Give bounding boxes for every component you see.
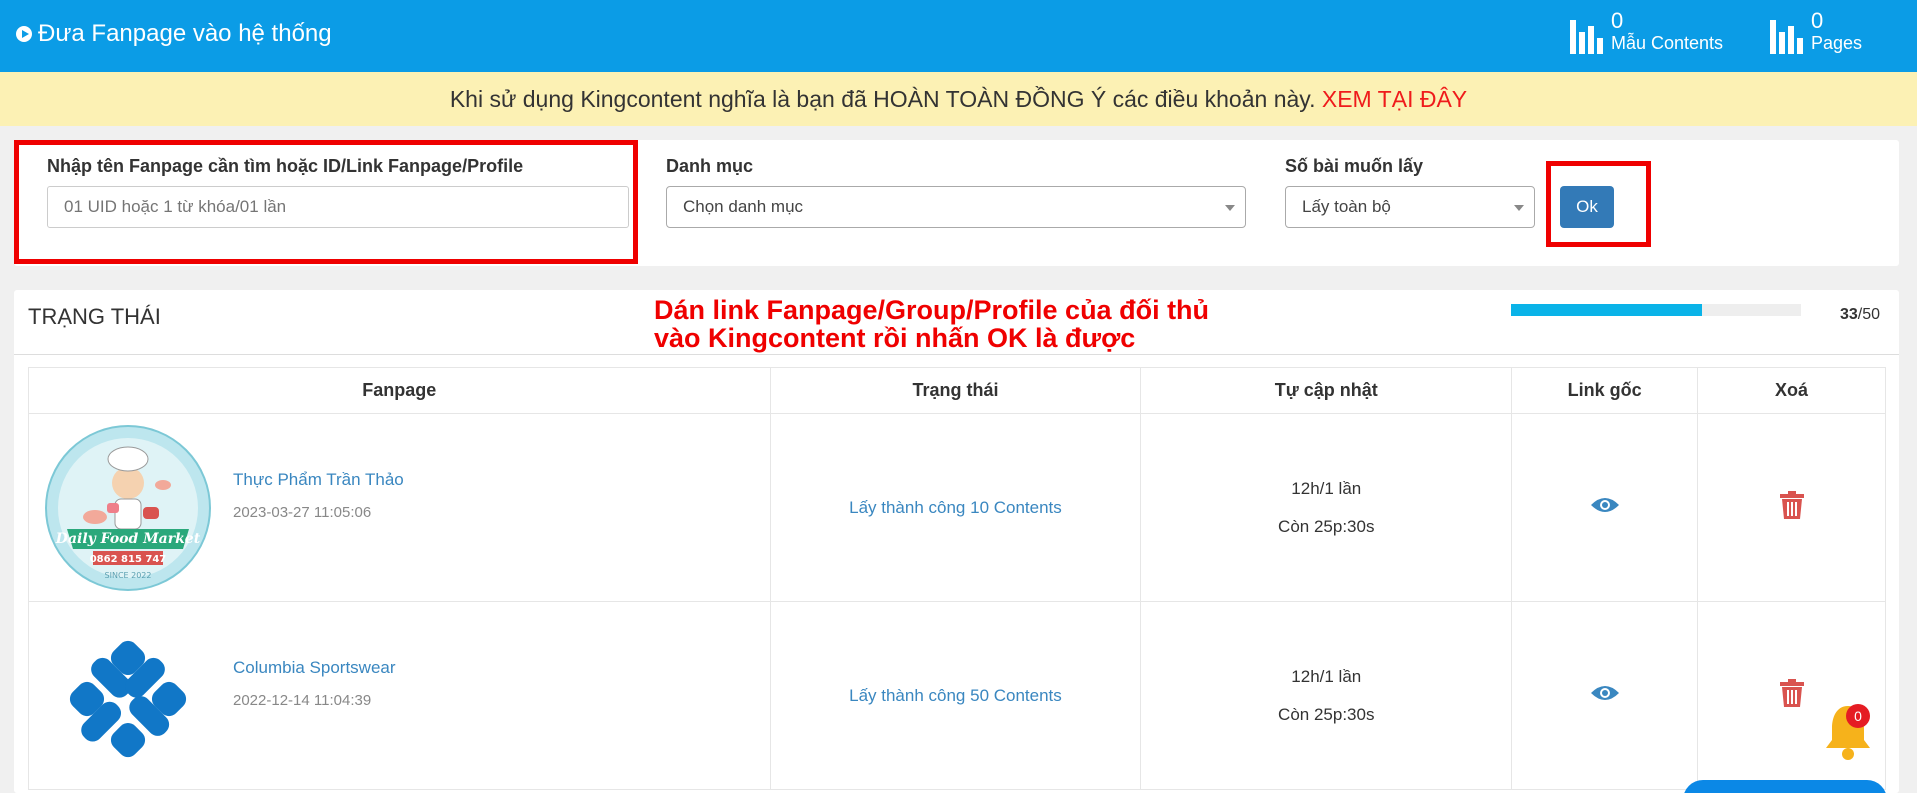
trash-icon[interactable] (1779, 679, 1804, 707)
eye-icon[interactable] (1590, 683, 1620, 703)
update-frequency: 12h/1 lần (1291, 478, 1362, 498)
fanpage-name-link[interactable]: Thực Phẩm Trần Thảo (233, 470, 404, 490)
update-remaining: Còn 25p:30s (1278, 516, 1375, 536)
chevron-down-icon (1225, 205, 1235, 211)
terms-notice: Khi sử dụng Kingcontent nghĩa là bạn đã … (0, 72, 1917, 126)
bar-chart-icon (1570, 14, 1603, 54)
fetch-status: Lấy thành công 50 Contents (849, 685, 1062, 705)
terms-notice-text: Khi sử dụng Kingcontent nghĩa là bạn đã … (449, 86, 1316, 112)
post-count-label: Số bài muốn lấy (1285, 156, 1424, 176)
status-panel: TRẠNG THÁI Dán link Fanpage/Group/Profil… (14, 290, 1899, 793)
stat-contents-count: 0 (1611, 8, 1624, 33)
bar-chart-icon (1770, 14, 1803, 54)
stat-pages-count: 0 (1811, 8, 1824, 33)
category-label: Danh mục (666, 156, 754, 176)
column-header-source-link: Link gốc (1511, 367, 1699, 414)
post-count-select-value: Lấy toàn bộ (1302, 197, 1391, 216)
play-circle-icon (16, 26, 32, 42)
category-select[interactable]: Chọn danh mục (666, 186, 1246, 228)
update-frequency: 12h/1 lần (1291, 666, 1362, 686)
divider (14, 354, 1899, 355)
highlight-box-ok (1546, 161, 1651, 247)
logo-title-text: Daily Food Market (55, 531, 201, 547)
progress-text: 33/50 (1840, 306, 1880, 324)
fanpage-name-link[interactable]: Columbia Sportswear (233, 658, 396, 678)
page-title: Đưa Fanpage vào hệ thống (16, 20, 332, 48)
table-row: Daily Food Market 0862 815 747 SINCE 202… (28, 413, 1886, 602)
highlight-box-search (14, 140, 638, 264)
logo-since-text: SINCE 2022 (105, 571, 152, 580)
top-header: Đưa Fanpage vào hệ thống 0 Mẫu Contents … (0, 0, 1917, 72)
table-header-row: Fanpage Trạng thái Tự cập nhật Link gốc … (28, 367, 1886, 414)
table-row: Columbia Sportswear 2022-12-14 11:04:39 … (28, 601, 1886, 790)
source-link-cell (1511, 413, 1699, 602)
page-title-text: Đưa Fanpage vào hệ thống (38, 20, 332, 47)
eye-icon[interactable] (1590, 495, 1620, 515)
delete-cell (1697, 413, 1886, 602)
fanpage-cell: Daily Food Market 0862 815 747 SINCE 202… (28, 413, 771, 602)
chat-button[interactable] (1683, 780, 1887, 793)
stat-contents: 0 Mẫu Contents (1570, 10, 1723, 54)
logo-phone-text: 0862 815 747 (90, 554, 167, 565)
stat-contents-label: Mẫu Contents (1611, 33, 1724, 53)
instruction-annotation: Dán link Fanpage/Group/Profile của đối t… (654, 295, 1210, 353)
fanpage-table: Fanpage Trạng thái Tự cập nhật Link gốc … (28, 367, 1886, 790)
auto-update-cell: 12h/1 lần Còn 25p:30s (1140, 413, 1513, 602)
notification-badge: 0 (1846, 704, 1870, 728)
column-header-auto-update: Tự cập nhật (1140, 367, 1513, 414)
auto-update-cell: 12h/1 lần Còn 25p:30s (1140, 601, 1513, 790)
fanpage-date: 2022-12-14 11:04:39 (233, 692, 372, 709)
chevron-down-icon (1514, 205, 1524, 211)
status-cell: Lấy thành công 10 Contents (769, 413, 1142, 602)
trash-icon[interactable] (1779, 491, 1804, 519)
progress-bar (1511, 304, 1801, 316)
column-header-delete: Xoá (1697, 367, 1886, 414)
fanpage-avatar[interactable]: Daily Food Market 0862 815 747 SINCE 202… (45, 425, 211, 591)
fetch-status: Lấy thành công 10 Contents (849, 497, 1062, 517)
update-remaining: Còn 25p:30s (1278, 704, 1375, 724)
column-header-status: Trạng thái (769, 367, 1142, 414)
fanpage-date: 2023-03-27 11:05:06 (233, 504, 372, 521)
status-title: TRẠNG THÁI (28, 304, 161, 329)
post-count-select[interactable]: Lấy toàn bộ (1285, 186, 1535, 228)
column-header-fanpage: Fanpage (28, 367, 771, 414)
source-link-cell (1511, 601, 1699, 790)
progress-total: /50 (1857, 306, 1881, 323)
fanpage-cell: Columbia Sportswear 2022-12-14 11:04:39 (28, 601, 771, 790)
category-select-value: Chọn danh mục (683, 197, 804, 216)
progress-fill (1511, 304, 1703, 316)
fanpage-avatar[interactable] (45, 613, 211, 779)
stat-pages: 0 Pages (1770, 10, 1862, 54)
terms-link[interactable]: XEM TẠI ĐÂY (1322, 86, 1467, 112)
progress-current: 33 (1840, 306, 1858, 323)
stat-pages-label: Pages (1811, 33, 1863, 53)
status-cell: Lấy thành công 50 Contents (769, 601, 1142, 790)
